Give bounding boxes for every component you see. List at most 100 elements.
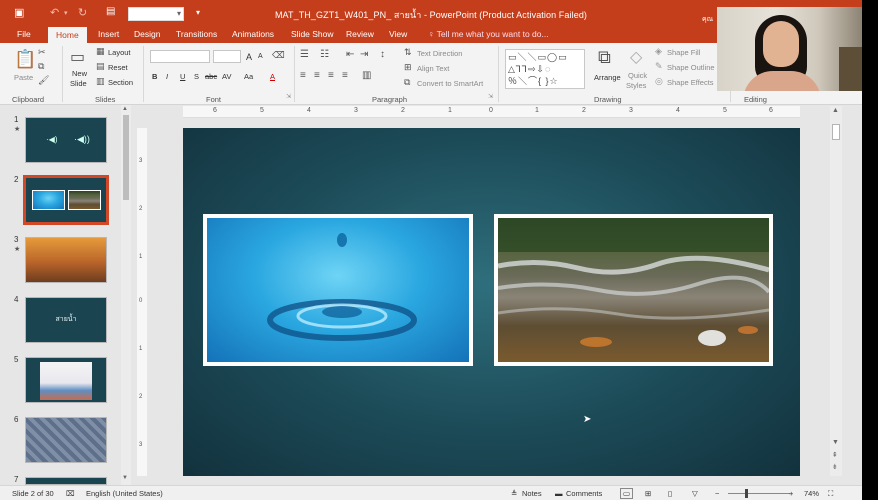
zoom-slider-handle[interactable] (745, 489, 748, 498)
zoom-level[interactable]: 74% (804, 489, 819, 498)
group-label-drawing: Drawing (594, 95, 622, 104)
zoom-out-icon[interactable]: − (715, 489, 719, 498)
tab-transitions[interactable]: Transitions (176, 29, 217, 39)
reading-view-icon[interactable]: ▯ (668, 489, 672, 498)
scroll-up-icon[interactable]: ▲ (122, 106, 128, 112)
spelling-check-icon[interactable]: ⌧ (66, 489, 75, 498)
dialog-launcher-icon[interactable]: ⇲ (286, 93, 291, 100)
arrange-icon[interactable]: ⧉ (598, 47, 611, 68)
comments-button[interactable]: Comments (566, 489, 602, 498)
notes-button[interactable]: Notes (522, 489, 542, 498)
language-indicator[interactable]: English (United States) (86, 489, 163, 498)
text-direction-button[interactable]: Text Direction (417, 49, 462, 58)
zoom-slider[interactable] (728, 493, 790, 494)
slide-thumbnail-2[interactable] (23, 175, 109, 225)
editor-scrollbar[interactable]: ▲ ▼ ⇞ ⇟ (830, 106, 842, 476)
tell-me-search[interactable]: ♀ Tell me what you want to do... (428, 29, 549, 39)
shape-outline-icon: ✎ (655, 61, 663, 71)
bullets-icon[interactable]: ☰ (300, 49, 309, 60)
slide-thumbnail-4[interactable]: สายน้ำ (25, 297, 107, 343)
format-painter-icon[interactable]: 🖌 (38, 75, 49, 86)
grow-font-button[interactable]: A (246, 52, 252, 62)
cut-icon[interactable]: ✂ (38, 47, 46, 58)
font-size-combobox[interactable] (213, 50, 241, 63)
picture-water-drop[interactable] (203, 214, 473, 366)
mouse-pointer-icon: ➤ (583, 414, 592, 425)
dialog-launcher-icon[interactable]: ⇲ (488, 93, 493, 100)
quick-styles-icon[interactable]: ◇ (630, 47, 642, 67)
slide-sorter-icon[interactable]: ⊞ (645, 489, 651, 498)
zoom-in-icon[interactable]: + (789, 489, 793, 498)
slide-show-icon[interactable]: ▽ (692, 489, 698, 498)
slide-canvas[interactable] (183, 128, 800, 476)
tab-home[interactable]: Home (48, 27, 87, 43)
tab-insert[interactable]: Insert (98, 29, 119, 39)
columns-icon[interactable]: ▥ (362, 70, 371, 81)
thumbnail-number: 6 (14, 415, 19, 424)
strikethrough-button[interactable]: abc (205, 72, 217, 81)
tab-animations[interactable]: Animations (232, 29, 274, 39)
shape-effects-button[interactable]: Shape Effects (667, 78, 714, 87)
slide-thumbnail-6[interactable] (25, 417, 107, 463)
layout-button[interactable]: Layout (108, 48, 131, 57)
numbering-icon[interactable]: ☷ (320, 49, 329, 60)
paste-icon[interactable]: 📋 (14, 49, 36, 70)
decrease-indent-icon[interactable]: ⇤ (346, 49, 354, 60)
font-color-button[interactable]: A (270, 72, 275, 81)
group-label-paragraph: Paragraph (372, 95, 408, 104)
picture-river[interactable] (494, 214, 773, 366)
scrollbar-thumb[interactable] (832, 124, 840, 140)
shrink-font-button[interactable]: A (258, 53, 263, 60)
align-left-icon[interactable]: ≡ (300, 70, 306, 81)
scroll-down-icon[interactable]: ▼ (122, 475, 128, 481)
line-spacing-icon[interactable]: ↕ (380, 49, 385, 60)
slide-thumbnail-3[interactable] (25, 237, 107, 283)
scroll-up-icon[interactable]: ▲ (832, 107, 839, 114)
shapes-gallery[interactable]: ▭＼＼▭◯▭ △⅂⅂⇨⇩◌ ％＼⌒{ }☆ (505, 49, 585, 89)
tab-slide-show[interactable]: Slide Show (291, 29, 334, 39)
thumbnails-scrollbar[interactable]: ▲ ▼ (121, 105, 131, 485)
clear-formatting-icon[interactable]: ⌫ (272, 50, 285, 61)
slide-thumbnail-7[interactable] (25, 477, 107, 485)
slide-thumbnail-1[interactable]: ·◀) ·◀)) (25, 117, 107, 163)
reset-button[interactable]: Reset (108, 63, 128, 72)
underline-button[interactable]: U (180, 72, 185, 81)
tab-view[interactable]: View (389, 29, 407, 39)
convert-to-smartart-button[interactable]: Convert to SmartArt (417, 79, 483, 88)
tab-design[interactable]: Design (134, 29, 160, 39)
align-center-icon[interactable]: ≡ (314, 70, 320, 81)
previous-slide-icon[interactable]: ⇞ (832, 451, 838, 459)
italic-button[interactable]: I (166, 72, 168, 81)
tab-file[interactable]: File (17, 29, 31, 39)
character-spacing-button[interactable]: AV (222, 72, 231, 81)
copy-icon[interactable]: ⧉ (38, 61, 44, 72)
shape-fill-button[interactable]: Shape Fill (667, 48, 700, 57)
shadow-button[interactable]: S (194, 72, 199, 81)
shape-outline-button[interactable]: Shape Outline (667, 63, 715, 72)
align-text-button[interactable]: Align Text (417, 64, 449, 73)
align-right-icon[interactable]: ≡ (328, 70, 334, 81)
font-name-combobox[interactable] (150, 50, 210, 63)
justify-icon[interactable]: ≡ (342, 70, 348, 81)
normal-view-icon[interactable]: ▭ (620, 488, 634, 499)
change-case-button[interactable]: Aa (244, 72, 253, 81)
section-button[interactable]: Section (108, 78, 133, 87)
account-name[interactable]: คุณ (702, 14, 713, 25)
scroll-down-icon[interactable]: ▼ (832, 439, 839, 446)
slide-thumbnail-5[interactable] (25, 357, 107, 403)
tab-review[interactable]: Review (346, 29, 374, 39)
fit-to-window-icon[interactable]: ⛶ (828, 489, 833, 499)
scrollbar-thumb[interactable] (123, 115, 129, 200)
ruler-label: 3 (629, 107, 633, 114)
new-slide-icon[interactable]: ▭ (70, 47, 85, 67)
bold-button[interactable]: B (152, 72, 157, 81)
paste-button[interactable]: Paste (14, 73, 33, 82)
quick-styles-button[interactable]: Quick (628, 71, 647, 80)
lightbulb-icon: ♀ (428, 29, 435, 39)
arrange-button[interactable]: Arrange (594, 73, 621, 82)
ruler-label: 4 (676, 107, 680, 114)
new-slide-button[interactable]: New (72, 69, 87, 78)
increase-indent-icon[interactable]: ⇥ (360, 49, 368, 60)
thumbnail-number: 7 (14, 475, 19, 484)
next-slide-icon[interactable]: ⇟ (832, 463, 838, 471)
